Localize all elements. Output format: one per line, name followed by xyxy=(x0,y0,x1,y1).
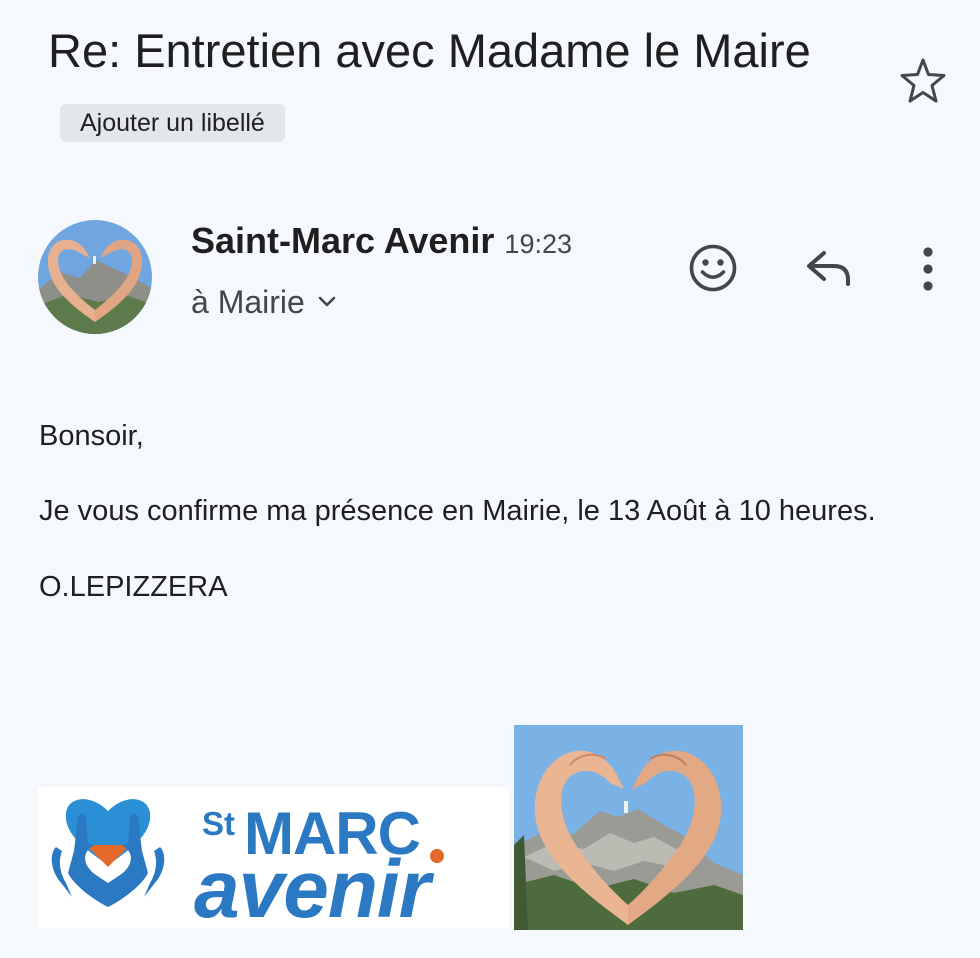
star-icon[interactable] xyxy=(898,56,948,106)
logo-text-st: St xyxy=(202,805,235,842)
recipient-details-toggle[interactable]: à Mairie xyxy=(191,284,337,321)
reply-icon[interactable] xyxy=(802,245,856,291)
email-subject-text: Re: Entretien avec Madame le Maire xyxy=(48,24,811,77)
more-vert-icon[interactable] xyxy=(910,244,946,294)
email-subject: Re: Entretien avec Madame le Maire Ajoute… xyxy=(48,14,868,162)
email-signature: O.LEPIZZERA xyxy=(39,571,228,603)
chevron-down-icon xyxy=(318,296,336,306)
email-greeting: Bonsoir, xyxy=(39,420,144,452)
sender-name[interactable]: Saint-Marc Avenir xyxy=(191,220,494,261)
recipient-label: à Mairie xyxy=(191,284,305,320)
logo-text-avenir: avenir xyxy=(194,844,431,935)
heart-hands-photo xyxy=(514,725,743,930)
stmarc-avenir-logo: St MARC avenir xyxy=(38,787,509,935)
add-reaction-icon[interactable] xyxy=(686,241,740,295)
add-label-button[interactable]: Ajouter un libellé xyxy=(60,103,285,142)
email-message: Je vous confirme ma présence en Mairie, … xyxy=(39,495,876,527)
email-body: Bonsoir, Je vous confirme ma présence en… xyxy=(39,418,939,606)
sender-header: Saint-Marc Avenir 19:23 xyxy=(191,220,572,262)
sender-avatar[interactable] xyxy=(38,220,152,334)
logo-dot xyxy=(430,849,444,863)
heart-hands-logo-icon xyxy=(51,799,165,907)
email-time: 19:23 xyxy=(504,229,572,259)
